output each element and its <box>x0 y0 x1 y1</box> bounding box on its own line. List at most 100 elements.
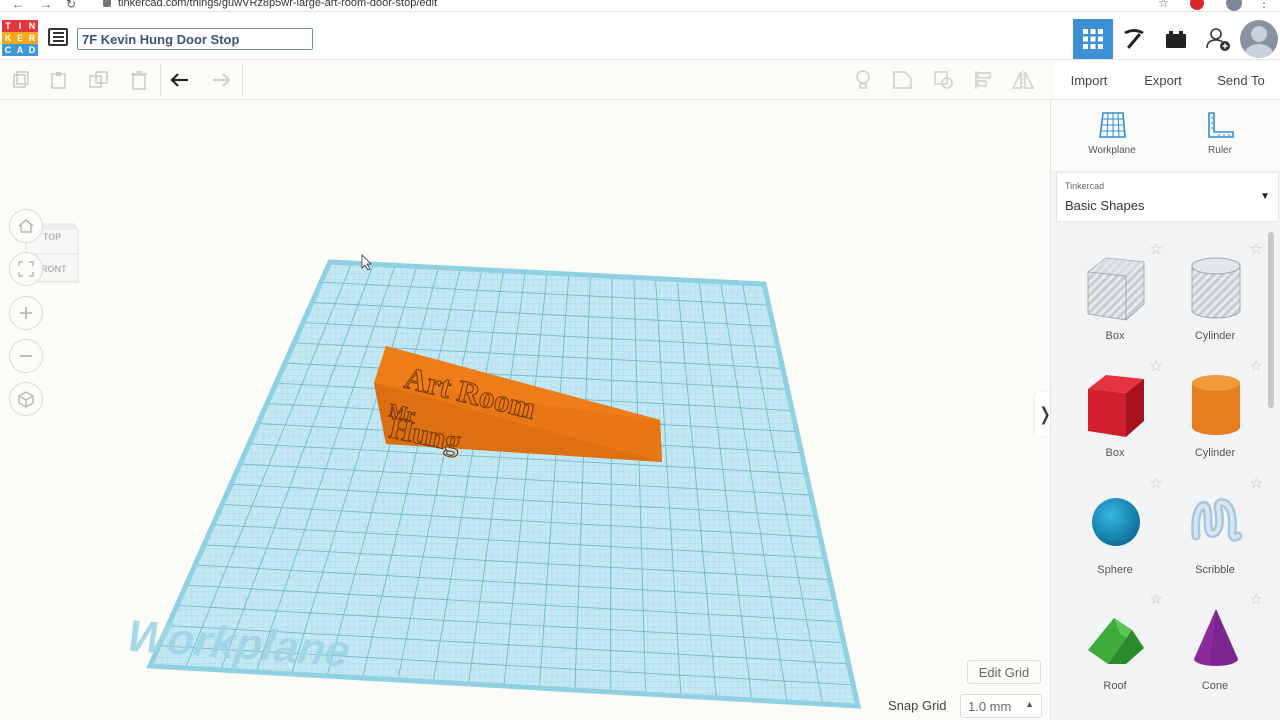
home-view-button[interactable] <box>9 209 43 243</box>
sphere-icon <box>1092 498 1140 546</box>
ruler-tool-button[interactable]: Ruler <box>1185 110 1255 166</box>
url-text[interactable]: tinkercad.com/things/guwVRz8p5wr-large-a… <box>118 0 437 9</box>
caret-up-icon: ▲ <box>1025 699 1034 709</box>
workplane-tool-label: Workplane <box>1088 145 1136 156</box>
logo-letter: R <box>26 32 38 44</box>
browser-menu-icon[interactable]: ⋮ <box>1258 0 1270 10</box>
edit-grid-button[interactable]: Edit Grid <box>967 660 1041 684</box>
shape-name: Cone <box>1201 680 1229 692</box>
shape-cylinder-hole[interactable]: ☆ Cylinder <box>1165 240 1265 354</box>
favorite-star-icon[interactable]: ☆ <box>1150 474 1163 492</box>
lego-bricks-view-button[interactable] <box>1156 19 1196 59</box>
shape-cylinder[interactable]: ☆ Cylinder <box>1165 357 1265 471</box>
view-cube-top-label[interactable]: TOP <box>43 232 61 242</box>
logo-letter: E <box>14 32 26 44</box>
snap-grid-value: 1.0 mm <box>968 699 1012 714</box>
copy-icon[interactable] <box>8 68 34 92</box>
group-icon[interactable] <box>890 68 916 92</box>
favorite-star-icon[interactable]: ☆ <box>1150 357 1163 375</box>
logo-letter: N <box>26 20 38 32</box>
browser-profile-icon[interactable] <box>1226 0 1242 11</box>
logo-letter: D <box>26 44 38 56</box>
ruler-icon <box>1208 112 1234 138</box>
forward-arrow-icon[interactable]: → <box>40 0 52 11</box>
shape-name: Box <box>1105 447 1125 459</box>
adblock-extension-icon[interactable] <box>1190 0 1204 10</box>
bookmark-star-icon[interactable]: ☆ <box>1158 0 1169 10</box>
shape-library-dropdown[interactable]: Tinkercad Basic Shapes ▼ <box>1056 172 1279 222</box>
shape-name: Cylinder <box>1194 330 1236 342</box>
perspective-toggle-button[interactable] <box>9 382 43 416</box>
lock-icon <box>103 0 111 7</box>
design-title-field[interactable]: 7F Kevin Hung Door Stop <box>77 28 313 50</box>
snap-grid-select[interactable]: 1.0 mm ▲ <box>960 694 1042 718</box>
shapes-scrollbar[interactable] <box>1268 232 1274 408</box>
design-list-icon[interactable] <box>48 28 68 46</box>
minus-icon <box>20 355 32 357</box>
back-arrow-icon[interactable]: ← <box>12 0 24 11</box>
redo-icon[interactable] <box>207 68 233 92</box>
briefcase-icon <box>1166 31 1186 48</box>
3d-viewport[interactable]: Workplane Art Room Mr Hung TOP FRONT <box>0 100 1050 720</box>
box-hole-icon <box>1087 257 1145 321</box>
shape-name: Cylinder <box>1194 447 1236 459</box>
logo-letter: T <box>2 20 14 32</box>
shape-scribble[interactable]: ☆ Scribble <box>1165 474 1265 588</box>
browser-address-bar[interactable]: ← → ↻ tinkercad.com/things/guwVRz8p5wr-l… <box>0 0 1280 12</box>
fit-to-view-icon <box>18 261 34 277</box>
ungroup-icon[interactable] <box>931 68 957 92</box>
mirror-icon[interactable] <box>1010 68 1036 92</box>
workplane-canvas[interactable]: Workplane Art Room Mr Hung <box>0 100 1050 720</box>
favorite-star-icon[interactable]: ☆ <box>1250 590 1263 608</box>
workplane-tool-button[interactable]: Workplane <box>1077 110 1147 166</box>
app-header: T I N K E R C A D 7F Kevin Hung Door Sto… <box>0 12 1280 60</box>
shape-name: Scribble <box>1195 564 1235 576</box>
reload-icon[interactable]: ↻ <box>66 0 76 11</box>
shape-cone[interactable]: ☆ Cone <box>1165 590 1265 704</box>
duplicate-icon[interactable] <box>86 68 112 92</box>
workplane-icon <box>1099 112 1126 138</box>
align-icon[interactable] <box>971 68 997 92</box>
logo-letter: A <box>14 44 26 56</box>
fit-view-button[interactable] <box>9 252 43 286</box>
shape-name: Roof <box>1103 680 1127 692</box>
delete-icon[interactable] <box>126 68 152 92</box>
user-avatar[interactable] <box>1240 20 1278 58</box>
notes-lightbulb-icon[interactable] <box>850 68 876 92</box>
paste-icon[interactable] <box>46 68 72 92</box>
cylinder-hole-icon <box>1191 257 1241 319</box>
shape-box[interactable]: ☆ Box <box>1065 357 1165 471</box>
shape-roof[interactable]: ☆ Roof <box>1065 590 1165 704</box>
add-user-icon <box>1206 28 1230 51</box>
zoom-in-button[interactable] <box>9 296 43 330</box>
invite-user-button[interactable] <box>1198 19 1238 59</box>
favorite-star-icon[interactable]: ☆ <box>1250 240 1263 258</box>
cone-icon <box>1194 609 1238 666</box>
3d-design-view-button[interactable] <box>1073 19 1113 59</box>
favorite-star-icon[interactable]: ☆ <box>1250 357 1263 375</box>
export-button[interactable]: Export <box>1128 62 1198 98</box>
shape-name: Sphere <box>1097 564 1133 576</box>
tinkercad-logo[interactable]: T I N K E R C A D <box>2 20 38 56</box>
shape-box-hole[interactable]: ☆ Box <box>1065 240 1165 354</box>
panel-tools: Workplane Ruler <box>1051 100 1280 170</box>
favorite-star-icon[interactable]: ☆ <box>1250 474 1263 492</box>
minecraft-view-button[interactable] <box>1114 19 1154 59</box>
file-actions: Import Export Send To <box>1054 62 1280 96</box>
library-category: Tinkercad <box>1065 181 1105 191</box>
roof-icon <box>1088 618 1144 664</box>
logo-letter: K <box>2 32 14 44</box>
send-to-button[interactable]: Send To <box>1202 62 1280 98</box>
red-box-icon <box>1088 375 1144 437</box>
shapes-panel: Workplane Ruler Tinkercad Basic Shapes ▼… <box>1050 100 1280 720</box>
undo-icon[interactable] <box>168 68 194 92</box>
zoom-out-button[interactable] <box>9 339 43 373</box>
favorite-star-icon[interactable]: ☆ <box>1150 240 1163 258</box>
scribble-icon <box>1191 498 1243 542</box>
logo-letter: C <box>2 44 14 56</box>
shape-sphere[interactable]: ☆ Sphere <box>1065 474 1165 588</box>
import-button[interactable]: Import <box>1054 62 1124 98</box>
snap-grid-label: Snap Grid <box>888 698 947 713</box>
library-name: Basic Shapes <box>1065 198 1145 213</box>
favorite-star-icon[interactable]: ☆ <box>1150 590 1163 608</box>
